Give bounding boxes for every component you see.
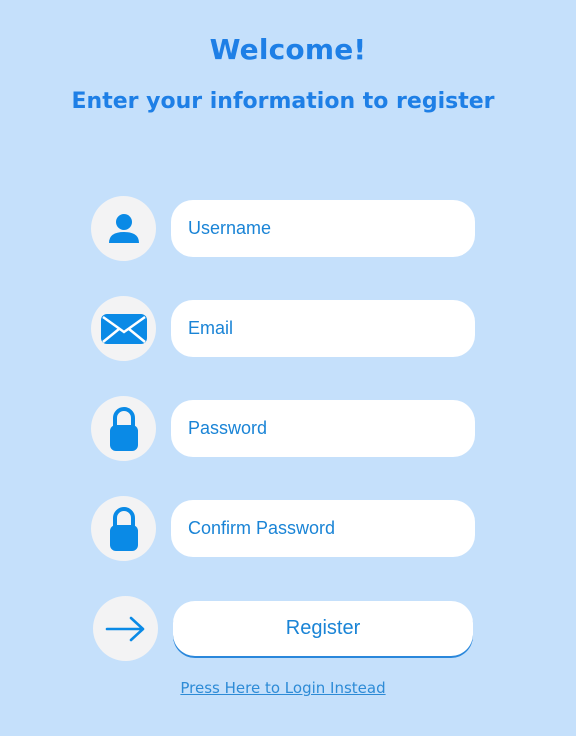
email-field[interactable] xyxy=(171,300,475,357)
page-subtitle: Enter your information to register xyxy=(71,89,495,114)
username-field[interactable] xyxy=(171,200,475,257)
confirm-password-icon-badge xyxy=(91,496,156,561)
confirm-password-field[interactable] xyxy=(171,500,475,557)
password-field[interactable] xyxy=(171,400,475,457)
arrow-right-icon xyxy=(105,616,144,641)
envelope-icon xyxy=(100,313,147,344)
username-icon-badge xyxy=(91,196,156,261)
email-icon-badge xyxy=(91,296,156,361)
lock-icon xyxy=(109,406,138,451)
page-title: Welcome! xyxy=(209,33,367,66)
password-icon-badge xyxy=(91,396,156,461)
register-icon-badge[interactable] xyxy=(93,596,158,661)
login-link[interactable]: Press Here to Login Instead xyxy=(0,679,566,697)
user-icon xyxy=(108,213,139,243)
register-button[interactable]: Register xyxy=(173,601,473,656)
lock-icon xyxy=(109,506,138,551)
